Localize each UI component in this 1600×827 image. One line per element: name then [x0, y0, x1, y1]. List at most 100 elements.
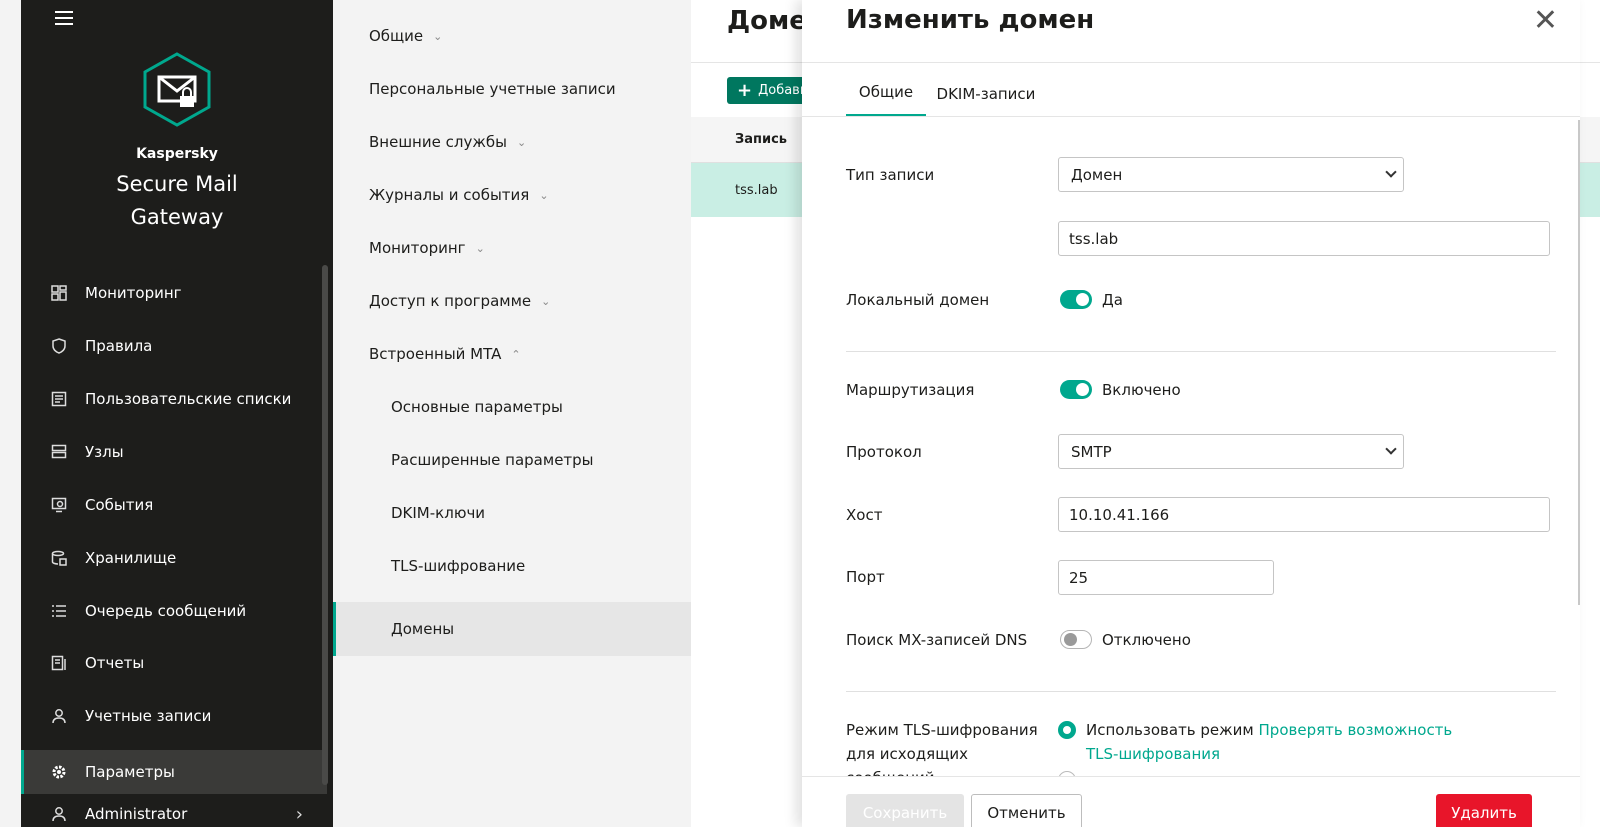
- submenu-item-dkim-keys[interactable]: DKIM-ключи: [333, 486, 691, 540]
- sidebar-item-label: Очередь сообщений: [85, 602, 247, 620]
- port-input[interactable]: 25: [1058, 560, 1274, 595]
- tls-mode-label-line: для исходящих: [846, 745, 968, 763]
- submenu-item-label: Журналы и события: [369, 186, 530, 204]
- close-icon[interactable]: ✕: [1533, 6, 1558, 36]
- protocol-label: Протокол: [846, 443, 922, 461]
- queue-list-icon: [51, 603, 67, 619]
- sidebar-item-message-queue[interactable]: Очередь сообщений: [21, 589, 327, 633]
- sidebar-item-label: Хранилище: [85, 549, 177, 567]
- tls-option-check[interactable]: Использовать режим Проверять возможность…: [1058, 718, 1488, 766]
- submenu-item-label: Расширенные параметры: [391, 451, 594, 469]
- sidebar-item-label: Отчеты: [85, 654, 145, 672]
- tls-option-text: Использовать режим Проверять возможность…: [1086, 718, 1488, 766]
- list-check-icon: [51, 391, 67, 407]
- sidebar-scrollbar[interactable]: [322, 265, 328, 785]
- chevron-right-icon: ›: [295, 803, 303, 825]
- tab-general[interactable]: Общие: [846, 70, 926, 117]
- chevron-down-icon: [1385, 443, 1397, 455]
- plus-icon: +: [737, 80, 753, 101]
- sidebar-item-label: Правила: [85, 337, 153, 355]
- user-icon: [51, 708, 67, 724]
- submenu-item-basic-params[interactable]: Основные параметры: [333, 380, 691, 434]
- chevron-down-icon: ⌄: [516, 135, 527, 149]
- brand-line-1: Secure Mail: [116, 172, 238, 196]
- mx-lookup-toggle[interactable]: [1060, 630, 1092, 649]
- chevron-up-icon: ⌃: [511, 347, 521, 361]
- local-domain-state: Да: [1102, 290, 1123, 309]
- chevron-down-icon: [1385, 166, 1397, 178]
- sidebar-item-storage[interactable]: Хранилище: [21, 536, 327, 580]
- submenu-item-personal-accounts[interactable]: Персональные учетные записи: [333, 62, 691, 116]
- sidebar-item-reports[interactable]: Отчеты: [21, 641, 327, 685]
- tls-mode-label-line: Режим TLS-шифрования: [846, 721, 1038, 739]
- host-value: 10.10.41.166: [1069, 505, 1170, 524]
- sidebar-item-label: Пользовательские списки: [85, 390, 292, 408]
- sidebar-item-administrator[interactable]: Administrator ›: [21, 792, 327, 827]
- sidebar-item-label: Учетные записи: [85, 707, 212, 725]
- column-header-record[interactable]: Запись: [735, 132, 787, 147]
- local-domain-toggle[interactable]: [1060, 290, 1092, 309]
- sidebar-item-monitoring[interactable]: Мониторинг: [21, 271, 327, 315]
- port-value: 25: [1069, 568, 1089, 587]
- routing-toggle[interactable]: [1060, 380, 1092, 399]
- mx-lookup-state: Отключено: [1102, 630, 1191, 649]
- submenu-item-builtin-mta[interactable]: Встроенный MTA ⌃: [333, 327, 691, 381]
- routing-state: Включено: [1102, 380, 1181, 399]
- sidebar-item-label: Мониторинг: [85, 284, 182, 302]
- domain-value: tss.lab: [1069, 229, 1119, 248]
- radio-selected[interactable]: [1058, 721, 1076, 739]
- sidebar-item-label: Administrator: [85, 805, 188, 823]
- sidebar-item-accounts[interactable]: Учетные записи: [21, 694, 327, 738]
- record-type-value: Домен: [1071, 165, 1123, 184]
- app-logo-icon: [143, 52, 211, 127]
- submenu-item-external-services[interactable]: Внешние службы ⌄: [333, 115, 691, 169]
- hamburger-menu-icon[interactable]: [55, 11, 73, 27]
- protocol-value: SMTP: [1071, 442, 1112, 461]
- brand-product: Secure Mail Gateway: [21, 168, 333, 234]
- submenu-item-label: Общие: [369, 27, 424, 45]
- local-domain-toggle-group: Да: [1060, 290, 1123, 309]
- sidebar-item-label: Параметры: [85, 763, 175, 781]
- server-icon: [51, 444, 67, 460]
- monitor-search-icon: [51, 497, 67, 513]
- chevron-down-icon: ⌄: [539, 188, 549, 202]
- edit-domain-dialog: Изменить домен ✕ Общие DKIM-записи Тип з…: [802, 0, 1580, 827]
- submenu-item-label: TLS-шифрование: [391, 557, 526, 575]
- local-domain-label: Локальный домен: [846, 291, 990, 309]
- submenu-item-label: Персональные учетные записи: [369, 80, 616, 98]
- tab-dkim-records[interactable]: DKIM-записи: [934, 70, 1038, 117]
- brand-line-2: Gateway: [130, 205, 224, 229]
- submenu-item-label: Домены: [391, 620, 455, 638]
- host-input[interactable]: 10.10.41.166: [1058, 497, 1550, 532]
- submenu-item-program-access[interactable]: Доступ к программе ⌄: [333, 274, 691, 328]
- protocol-select[interactable]: SMTP: [1058, 434, 1404, 469]
- divider: [846, 691, 1556, 692]
- submenu-item-tls[interactable]: TLS-шифрование: [333, 539, 691, 593]
- submenu-item-advanced-params[interactable]: Расширенные параметры: [333, 433, 691, 487]
- dashboard-icon: [51, 285, 67, 301]
- main-sidebar: Kaspersky Secure Mail Gateway Мониторинг…: [21, 0, 333, 827]
- submenu-item-monitoring[interactable]: Мониторинг ⌄: [333, 221, 691, 275]
- submenu-item-label: Мониторинг: [369, 239, 466, 257]
- cancel-button[interactable]: Отменить: [971, 794, 1082, 827]
- tls-option-prefix: Использовать режим: [1086, 721, 1259, 739]
- submenu-item-general[interactable]: Общие ⌄: [333, 9, 691, 63]
- divider: [846, 351, 1556, 352]
- submenu-item-domains[interactable]: Домены: [333, 602, 691, 656]
- chevron-down-icon: ⌄: [541, 294, 551, 308]
- sidebar-item-user-lists[interactable]: Пользовательские списки: [21, 377, 327, 421]
- brand-vendor: Kaspersky: [136, 146, 218, 162]
- sidebar-item-nodes[interactable]: Узлы: [21, 430, 327, 474]
- sidebar-item-settings[interactable]: Параметры: [21, 750, 327, 794]
- sidebar-item-events[interactable]: События: [21, 483, 327, 527]
- sidebar-item-rules[interactable]: Правила: [21, 324, 327, 368]
- user-icon: [51, 806, 67, 822]
- save-button[interactable]: Сохранить: [846, 794, 964, 827]
- submenu-item-logs-events[interactable]: Журналы и события ⌄: [333, 168, 691, 222]
- dialog-scrollbar[interactable]: [1578, 120, 1580, 605]
- dialog-title: Изменить домен: [846, 5, 1095, 35]
- domain-input[interactable]: tss.lab: [1058, 221, 1550, 256]
- shield-icon: [51, 338, 67, 354]
- record-type-select[interactable]: Домен: [1058, 157, 1404, 192]
- delete-button[interactable]: Удалить: [1436, 794, 1532, 827]
